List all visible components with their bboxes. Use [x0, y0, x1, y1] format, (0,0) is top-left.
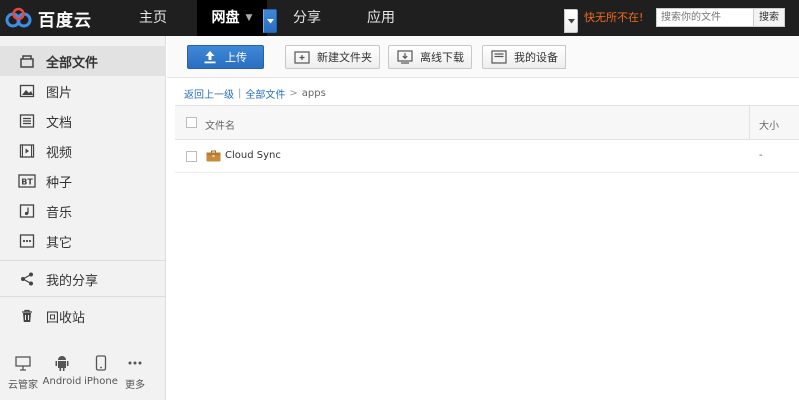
search-button[interactable]: 搜索 [753, 8, 785, 27]
brand-name: 百度云 [38, 10, 92, 31]
chevron-down-icon: ▼ [245, 13, 253, 23]
offline-download-button[interactable]: 离线下载 [388, 45, 472, 69]
video-icon [18, 142, 36, 160]
toolbar: 上传 新建文件夹 离线下载 我的设备 [167, 36, 799, 78]
my-devices-button[interactable]: 我的设备 [482, 45, 566, 69]
music-icon [18, 202, 36, 220]
upload-dropdown-button[interactable] [263, 9, 277, 33]
sidebar-item-label: 音乐 [46, 205, 73, 221]
device-label: 云管家 [8, 380, 38, 391]
nav-apps[interactable]: 应用 [352, 0, 410, 36]
sidebar-item-music[interactable]: 音乐 [0, 196, 166, 226]
breadcrumb-all-files-link[interactable]: 全部文件 [245, 86, 285, 101]
upload-icon [202, 49, 218, 65]
folder-icon [206, 150, 221, 162]
new-folder-button[interactable]: 新建文件夹 [285, 45, 380, 69]
cloud-logo-icon [5, 7, 32, 28]
breadcrumb-divider: | [238, 87, 242, 99]
promo-link[interactable]: 快无所不在! [584, 0, 643, 36]
select-all-checkbox[interactable] [186, 117, 197, 128]
breadcrumb-current: apps [301, 87, 326, 99]
file-name[interactable]: Cloud Sync [225, 150, 281, 161]
caret-down-icon [266, 18, 274, 23]
upload-button-label: 上传 [225, 51, 247, 64]
search-input[interactable] [656, 8, 753, 27]
brand-logo[interactable]: 百度云 [0, 0, 118, 36]
breadcrumb-arrow: > [289, 87, 298, 99]
row-checkbox[interactable] [186, 151, 197, 162]
device-more[interactable]: 更多 [115, 354, 155, 391]
nav-netdisk-label: 网盘 [211, 10, 240, 26]
image-icon [18, 82, 36, 100]
nav-netdisk[interactable]: 网盘 ▼ [197, 0, 267, 36]
file-size: - [759, 150, 763, 161]
top-navigation-bar: 百度云 主页 网盘 ▼ 分享 应用 快无所不在! 搜索 [0, 0, 799, 36]
more-icon [115, 354, 155, 372]
sidebar-item-label: 全部文件 [46, 55, 99, 71]
breadcrumb-back-link[interactable]: 返回上一级 [184, 86, 234, 101]
bt-icon: BT [18, 172, 36, 190]
android-icon [42, 354, 82, 372]
sidebar-item-my-share[interactable]: 我的分享 [0, 264, 166, 294]
sidebar-item-videos[interactable]: 视频 [0, 136, 166, 166]
table-row[interactable]: Cloud Sync - [175, 141, 799, 173]
device-label: 更多 [125, 380, 145, 391]
caret-down-icon [567, 18, 575, 23]
device-android[interactable]: Android [42, 354, 82, 387]
my-devices-dropdown-button[interactable] [564, 9, 578, 33]
column-divider [749, 106, 750, 139]
all-files-icon [18, 52, 36, 70]
sidebar-item-torrents[interactable]: BT 种子 [0, 166, 166, 196]
sidebar-divider [0, 260, 166, 261]
upload-button[interactable]: 上传 [187, 45, 264, 69]
sidebar: 全部文件 图片 文档 视频 BT 种子 音乐 其它 我的分享 回收站 云管家 A… [0, 36, 166, 400]
sidebar-item-other[interactable]: 其它 [0, 226, 166, 256]
desktop-icon [3, 354, 43, 372]
sidebar-item-label: 回收站 [46, 310, 86, 326]
file-list-header: 文件名 大小 [175, 105, 799, 140]
breadcrumb: 返回上一级 | 全部文件 > apps [184, 86, 326, 101]
device-icon [491, 49, 507, 65]
sidebar-item-label: 文档 [46, 115, 73, 131]
sidebar-item-label: 视频 [46, 145, 73, 161]
sidebar-item-label: 种子 [46, 175, 73, 191]
column-header-name[interactable]: 文件名 [205, 117, 235, 132]
nav-home[interactable]: 主页 [122, 0, 184, 36]
offline-download-button-label: 离线下载 [420, 51, 464, 64]
sidebar-item-documents[interactable]: 文档 [0, 106, 166, 136]
share-icon [18, 270, 36, 288]
download-icon [397, 49, 413, 65]
sidebar-item-images[interactable]: 图片 [0, 76, 166, 106]
other-icon [18, 232, 36, 250]
column-header-size[interactable]: 大小 [759, 117, 779, 132]
sidebar-divider [0, 296, 166, 297]
new-folder-button-label: 新建文件夹 [317, 51, 372, 64]
my-devices-button-label: 我的设备 [514, 51, 558, 64]
sidebar-item-label: 图片 [46, 85, 73, 101]
document-icon [18, 112, 36, 130]
sidebar-item-recycle-bin[interactable]: 回收站 [0, 301, 166, 331]
sidebar-item-label: 其它 [46, 235, 73, 251]
sidebar-item-label: 我的分享 [46, 273, 99, 289]
nav-share[interactable]: 分享 [278, 0, 336, 36]
device-cloud-manager[interactable]: 云管家 [3, 354, 43, 391]
device-label: Android [42, 376, 82, 387]
sidebar-item-all-files[interactable]: 全部文件 [0, 46, 166, 76]
trash-icon [18, 307, 36, 325]
svg-text:BT: BT [21, 178, 33, 187]
new-folder-icon [294, 49, 310, 65]
